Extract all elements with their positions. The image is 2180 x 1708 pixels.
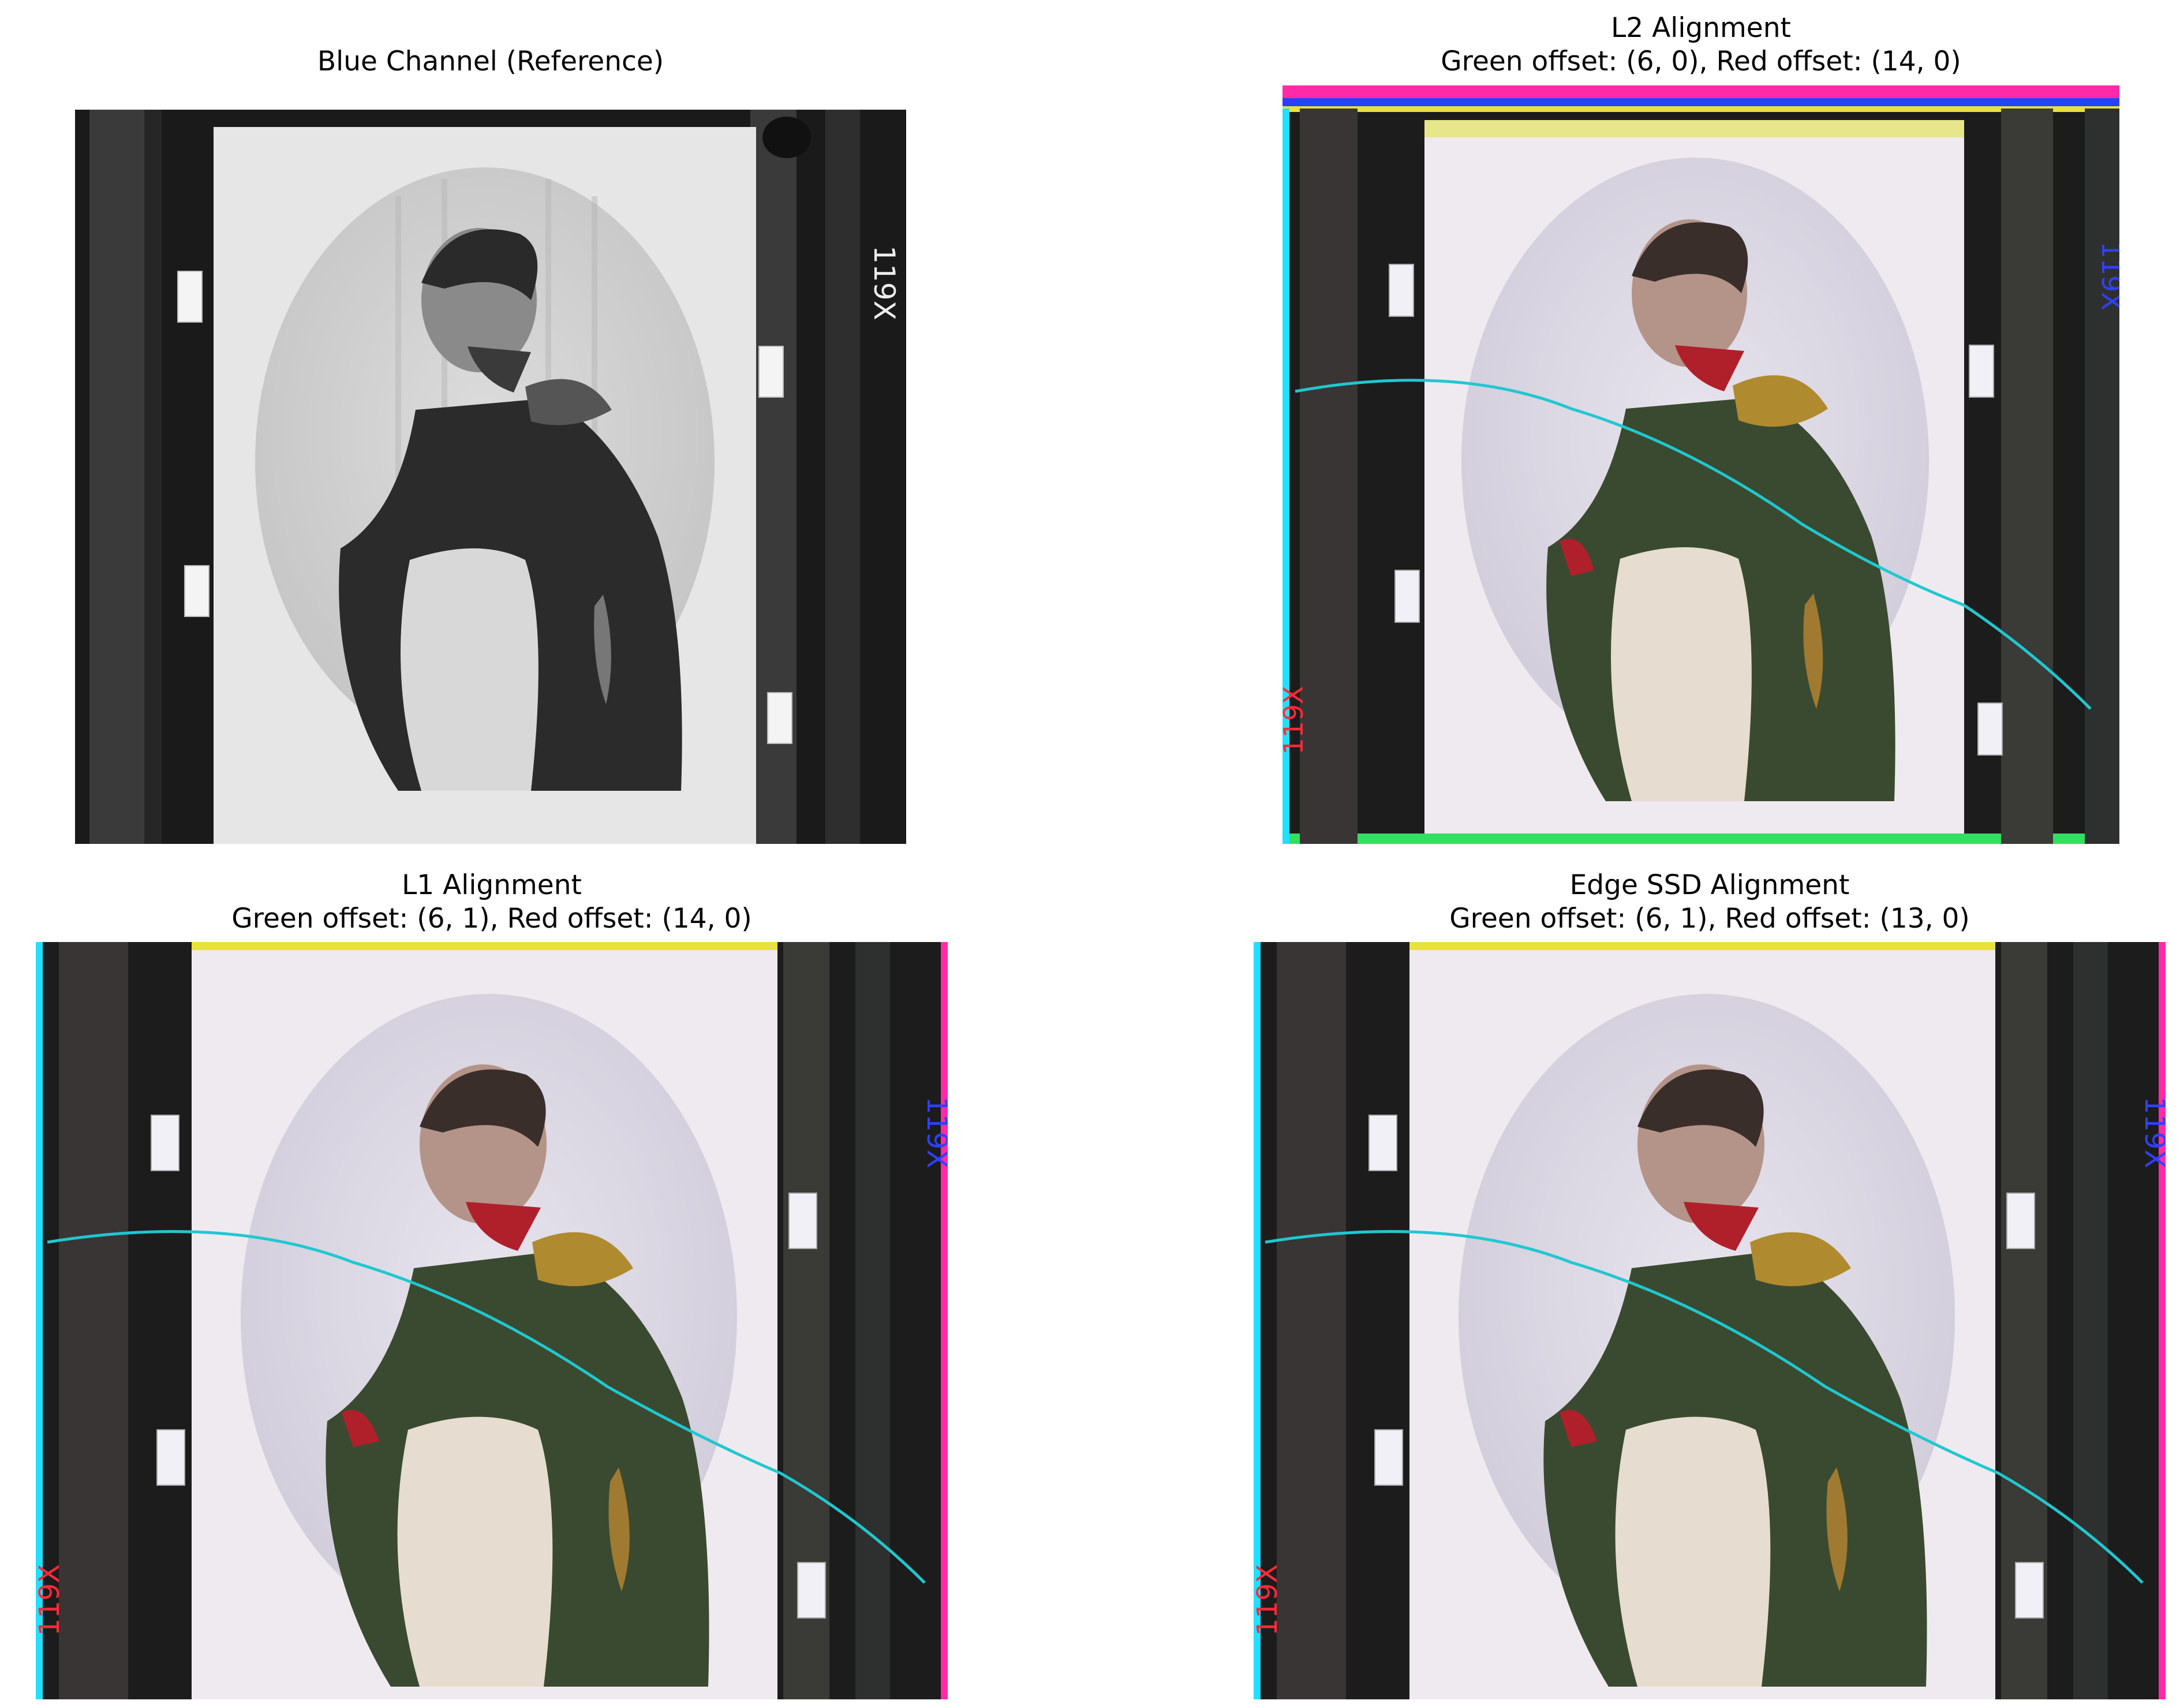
reference-title: Blue Channel (Reference) xyxy=(75,45,906,79)
edge-image: 119X 119X xyxy=(1254,942,2166,1699)
l2-title: L2 Alignment Green offset: (6, 0), Red o… xyxy=(1282,12,2119,79)
plate-label-edge-bottom: 119X xyxy=(1254,1564,1284,1636)
plate-label-l1-top: 119X xyxy=(921,1097,948,1169)
plate-label-l2-top-text: 119X xyxy=(2096,241,2119,310)
reference-image: 119X xyxy=(75,110,906,844)
l1-subtitle-line: Green offset: (6, 1), Red offset: (14, 0… xyxy=(231,903,752,935)
l1-image: 119X 119X xyxy=(36,942,948,1699)
plate-label-l2-bottom-text: 119X xyxy=(1282,686,1309,754)
plate-label-l2-top: 119X xyxy=(2096,241,2119,310)
plate-label-l2-bottom: 119X xyxy=(1282,686,1309,754)
plate-label-ref-text: 119X xyxy=(867,245,901,320)
l2-title-line: L2 Alignment xyxy=(1611,12,1791,44)
plate-label-ref: 119X xyxy=(867,245,901,320)
reference-title-line: Blue Channel (Reference) xyxy=(317,46,664,77)
l2-image: 119X 119X xyxy=(1282,85,2119,844)
edge-title: Edge SSD Alignment Green offset: (6, 1),… xyxy=(1254,869,2166,936)
plate-label-l1-bottom: 119X xyxy=(36,1564,66,1636)
l2-subtitle-line: Green offset: (6, 0), Red offset: (14, 0… xyxy=(1441,46,1961,77)
plate-label-l1-top-text: 119X xyxy=(921,1097,948,1169)
edge-title-line: Edge SSD Alignment xyxy=(1569,869,1850,901)
l1-title: L1 Alignment Green offset: (6, 1), Red o… xyxy=(36,869,948,936)
l1-title-line: L1 Alignment xyxy=(402,869,582,901)
edge-subtitle-line: Green offset: (6, 1), Red offset: (13, 0… xyxy=(1449,903,1970,935)
plate-label-edge-top-text: 119X xyxy=(2138,1097,2166,1169)
plate-label-edge-bottom-text: 119X xyxy=(1254,1564,1284,1636)
plate-label-l1-bottom-text: 119X xyxy=(36,1564,66,1636)
plate-label-edge-top: 119X xyxy=(2138,1097,2166,1169)
